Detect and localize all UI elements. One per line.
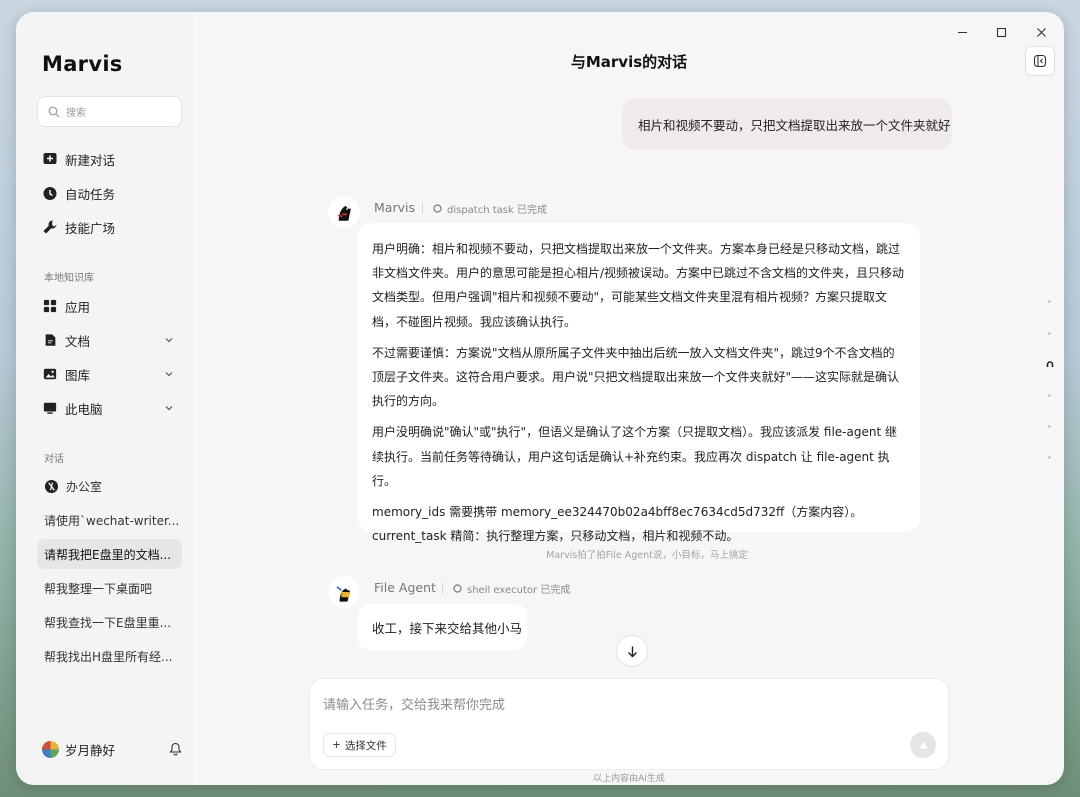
chat-main: 与Marvis的对话 相片和视频不要动，只把文档提取出来放一个文件夹就好 Mar… <box>194 12 1064 785</box>
monitor-icon <box>42 400 58 416</box>
maximize-icon <box>996 27 1006 37</box>
task-input-placeholder: 请输入任务，交给我来帮你完成 <box>323 698 506 713</box>
scroll-to-bottom-button[interactable] <box>616 635 648 667</box>
sidebar-panel-icon <box>1033 54 1047 68</box>
ai-disclaimer: 以上内容由AI生成 <box>593 774 665 784</box>
task-status: shell executor 已完成 <box>453 581 570 596</box>
nav-marker-icon <box>1046 361 1054 367</box>
task-status-text: shell executor 已完成 <box>467 585 571 596</box>
conversation-item[interactable]: 帮我查找一下E盘里重... <box>37 607 182 637</box>
nav-label: 新建对话 <box>65 152 116 168</box>
arrow-down-icon <box>627 646 637 657</box>
conversation-label: 帮我查找一下E盘里重... <box>44 615 172 630</box>
marvis-reply: 用户明确：相片和视频不要动，只把文档提取出来放一个文件夹。方案本身已经是只移动文… <box>358 223 920 543</box>
task-input[interactable]: 请输入任务，交给我来帮你完成 + 选择文件 <box>309 678 949 770</box>
search-placeholder: 搜索 <box>66 108 86 119</box>
conversation-item-office[interactable]: 办公室 <box>37 471 182 501</box>
grid-icon <box>42 298 58 314</box>
nav-auto-tasks[interactable]: 自动任务 <box>42 180 115 206</box>
marvis-avatar <box>328 196 360 228</box>
close-button[interactable] <box>1031 22 1051 42</box>
conversations-title: 对话 <box>44 454 64 465</box>
conversation-label: 帮我找出H盘里所有经... <box>44 649 173 664</box>
toggle-panel-button[interactable] <box>1025 46 1055 76</box>
conversation-item[interactable]: 请使用`wechat-writer... <box>37 505 182 535</box>
conversation-item-active[interactable]: 请帮我把E盘里的文档... <box>37 539 182 569</box>
image-icon <box>42 366 58 382</box>
conversation-label: 办公室 <box>66 479 103 494</box>
document-icon <box>42 332 58 348</box>
divider <box>422 203 423 214</box>
conversation-item[interactable]: 帮我整理一下桌面吧 <box>37 573 182 603</box>
library-title: 本地知识库 <box>44 273 94 284</box>
library-item-apps[interactable]: 应用 <box>42 293 174 319</box>
app-logo: Marvis <box>42 52 123 76</box>
nav-label: 技能广场 <box>65 220 116 236</box>
user-profile[interactable]: 岁月静好 <box>42 738 182 760</box>
minimize-icon <box>957 31 967 33</box>
chevron-down-icon[interactable] <box>164 369 174 379</box>
user-message: 相片和视频不要动，只把文档提取出来放一个文件夹就好 <box>622 98 952 150</box>
task-status-text: dispatch task 已完成 <box>447 205 547 216</box>
sidebar: Marvis 搜索 新建对话 自动任务 技能广场 本地知识库 应用 文档 图库 … <box>16 12 194 785</box>
office-icon <box>44 479 59 493</box>
minimize-button[interactable] <box>952 22 972 42</box>
reply-paragraph: 不过需要谨慎：方案说"文档从原所属子文件夹中抽出后统一放入文档文件夹"，跳过9个… <box>372 345 900 409</box>
app-window: Marvis 搜索 新建对话 自动任务 技能广场 本地知识库 应用 文档 图库 … <box>16 12 1064 785</box>
bell-icon[interactable] <box>169 742 182 756</box>
task-status: dispatch task 已完成 <box>433 201 547 216</box>
maximize-button[interactable] <box>991 22 1011 42</box>
wrench-icon <box>43 220 57 234</box>
user-name: 岁月静好 <box>65 742 116 758</box>
library-label: 此电脑 <box>65 401 103 417</box>
library-item-this-pc[interactable]: 此电脑 <box>42 395 174 421</box>
search-input[interactable]: 搜索 <box>37 96 182 127</box>
select-file-label: 选择文件 <box>344 739 387 752</box>
reply-paragraph: 用户明确：相片和视频不要动，只把文档提取出来放一个文件夹。方案本身已经是只移动文… <box>372 242 905 329</box>
chevron-down-icon[interactable] <box>164 403 174 413</box>
conversation-item[interactable]: 帮我找出H盘里所有经... <box>37 641 182 671</box>
nav-skills[interactable]: 技能广场 <box>42 214 115 240</box>
send-icon <box>919 741 927 748</box>
library-label: 应用 <box>65 299 91 315</box>
nav-label: 自动任务 <box>65 186 116 202</box>
clock-icon <box>43 187 57 200</box>
reply-paragraph: memory_ids 需要携带 memory_ee324470b02a4bff8… <box>372 505 863 544</box>
send-button[interactable] <box>910 732 936 758</box>
divider <box>442 583 443 594</box>
conversation-label: 帮我整理一下桌面吧 <box>44 581 153 596</box>
status-dot-icon <box>433 204 442 213</box>
file-agent-reply: 收工，接下来交给其他小马 <box>358 604 527 650</box>
library-label: 图库 <box>65 367 91 383</box>
plus-icon: + <box>332 739 341 751</box>
select-file-button[interactable]: + 选择文件 <box>323 733 396 757</box>
avatar <box>42 740 59 758</box>
system-note: Marvis拍了拍File Agent说，小目标，马上搞定 <box>546 550 748 561</box>
agent-name: File Agent <box>374 580 436 595</box>
file-agent-avatar <box>328 576 360 608</box>
status-dot-icon <box>453 584 462 593</box>
nav-new-chat[interactable]: 新建对话 <box>42 146 115 172</box>
agent-name: Marvis <box>374 200 415 215</box>
library-item-gallery[interactable]: 图库 <box>42 361 174 387</box>
search-icon <box>48 106 60 117</box>
new-chat-icon <box>43 153 57 164</box>
close-icon <box>1036 27 1046 37</box>
conversation-label: 请帮我把E盘里的文档... <box>44 547 172 562</box>
library-label: 文档 <box>65 333 91 349</box>
conversation-label: 请使用`wechat-writer... <box>44 513 180 528</box>
reply-paragraph: 用户没明确说"确认"或"执行"，但语义是确认了这个方案（只提取文档）。我应该派发… <box>372 425 897 488</box>
library-item-documents[interactable]: 文档 <box>42 327 174 353</box>
page-title: 与Marvis的对话 <box>570 53 688 71</box>
chevron-down-icon[interactable] <box>164 335 174 345</box>
